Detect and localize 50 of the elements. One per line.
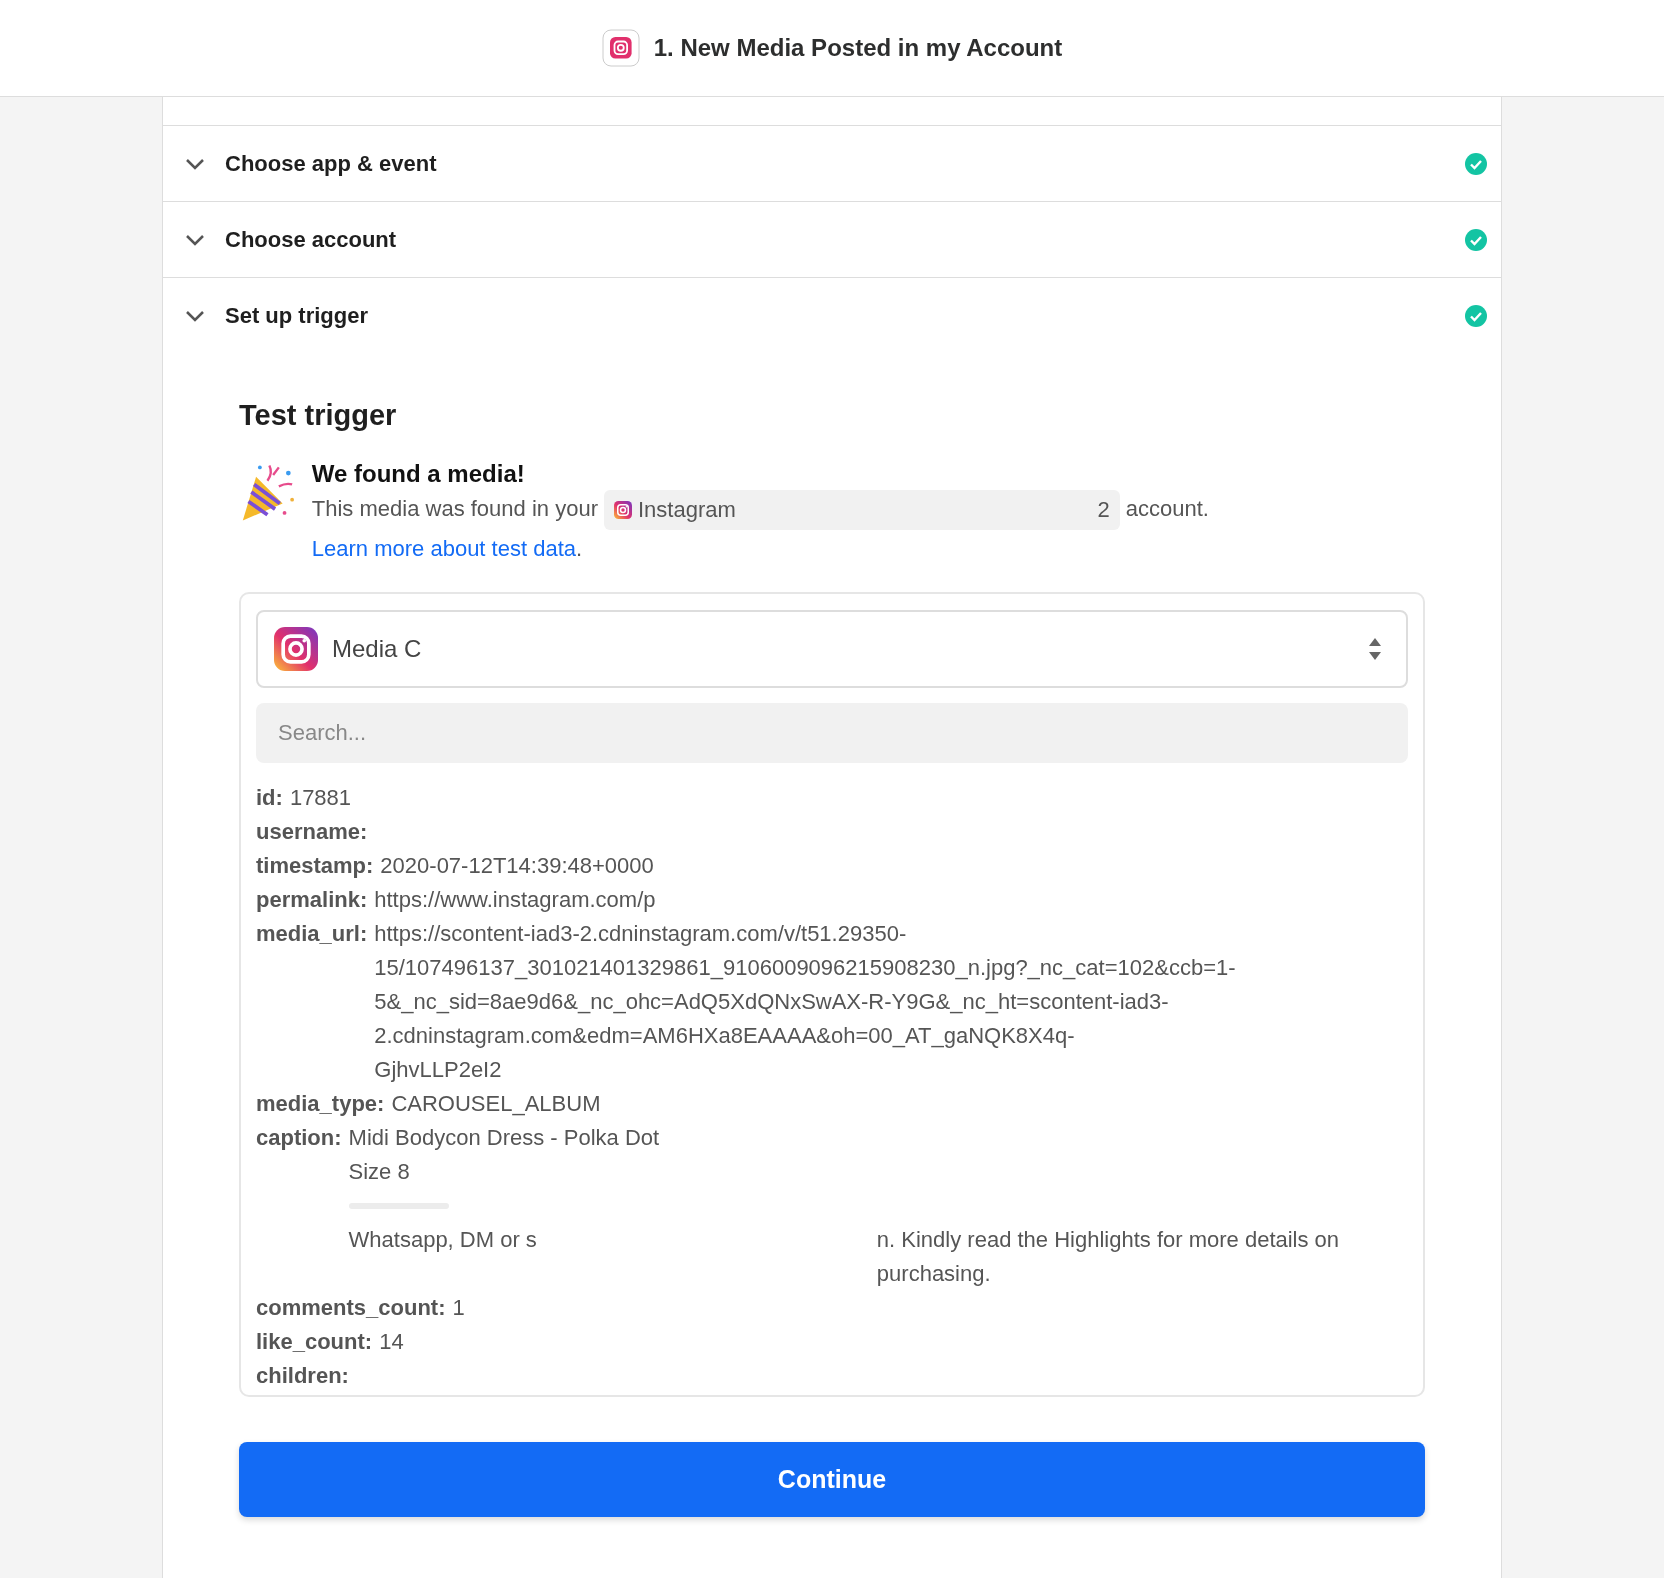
field-value: 2020-07-12T14:39:48+0000	[380, 852, 654, 881]
search-field[interactable]: Search...	[256, 703, 1408, 764]
field-value: Whatsapp, DM or s	[348, 1226, 537, 1255]
found-title: We found a media!	[311, 460, 526, 488]
chevron-down-icon	[185, 309, 205, 322]
found-message: This media was found in your Instagram 2 account. Learn more about test data.	[311, 490, 1425, 569]
check-circle-icon	[1465, 228, 1487, 251]
check-circle-icon	[1465, 304, 1487, 327]
instagram-logo-icon	[274, 627, 318, 672]
field-value: 5&_nc_sid=8ae9d6&_nc_ohc=AdQ5XdQNxSwAX-R-Y9G&_nc_ht=scontent-iad3-	[374, 988, 1169, 1017]
chevron-down-icon	[185, 157, 205, 170]
step-label: Choose account	[225, 226, 398, 253]
field-value: 14	[379, 1328, 404, 1357]
step-label: Choose app & event	[225, 150, 438, 177]
instagram-logo-icon	[613, 501, 632, 520]
field-value: 1	[452, 1294, 465, 1323]
field-key: timestamp:	[256, 849, 374, 884]
learn-more-link[interactable]: Learn more about test data	[311, 536, 576, 562]
field-key: media_url:	[256, 917, 368, 1088]
chevron-down-icon	[185, 233, 205, 246]
field-key: like_count:	[256, 1325, 373, 1360]
field-value: 17881	[289, 784, 352, 813]
field-key: username:	[256, 815, 368, 850]
account-chip: Instagram 2	[603, 490, 1120, 531]
field-key: children:	[256, 1359, 349, 1394]
check-circle-icon	[1465, 152, 1487, 175]
field-key: comments_count:	[256, 1291, 446, 1326]
field-value: Midi Bodycon Dress - Polka Dot	[348, 1124, 660, 1153]
field-key: id:	[256, 781, 283, 816]
media-select[interactable]: Media C	[256, 610, 1408, 689]
field-value: https://scontent-iad3-2.cdninstagram.com/v/t51.29350-	[374, 920, 907, 949]
sort-arrows-icon	[1368, 637, 1382, 662]
field-key: media_type:	[256, 1087, 385, 1122]
field-value: 15/107496137_301021401329861_9106009096215908230_n.jpg?_nc_cat=102&ccb=1-	[374, 954, 1236, 983]
field-value: CAROUSEL_ALBUM	[391, 1090, 601, 1119]
field-value: https://www.instagram.com/p	[374, 886, 656, 915]
step-row[interactable]: Choose app & event	[163, 125, 1501, 201]
field-key: caption:	[256, 1121, 342, 1292]
step-label: Set up trigger	[225, 302, 369, 329]
page-title: 1. New Media Posted in my Account	[653, 34, 1063, 62]
instagram-logo-icon	[601, 29, 640, 67]
field-value: GjhvLLP2eI2	[374, 1056, 502, 1085]
field-value: 2.cdninstagram.com&edm=AM6HXa8EAAAA&oh=00_AT_gaNQK8X4q-	[374, 1022, 1075, 1051]
field-value: Size 8	[348, 1158, 410, 1187]
field-value: n. Kindly read the Highlights for more details on purchasing.	[876, 1226, 1341, 1289]
continue-button[interactable]: Continue	[239, 1442, 1425, 1518]
step-row[interactable]: Choose account	[163, 201, 1501, 277]
field-key: permalink:	[256, 883, 368, 918]
step-row[interactable]: Set up trigger	[163, 277, 1501, 353]
section-heading: Test trigger	[239, 399, 398, 432]
